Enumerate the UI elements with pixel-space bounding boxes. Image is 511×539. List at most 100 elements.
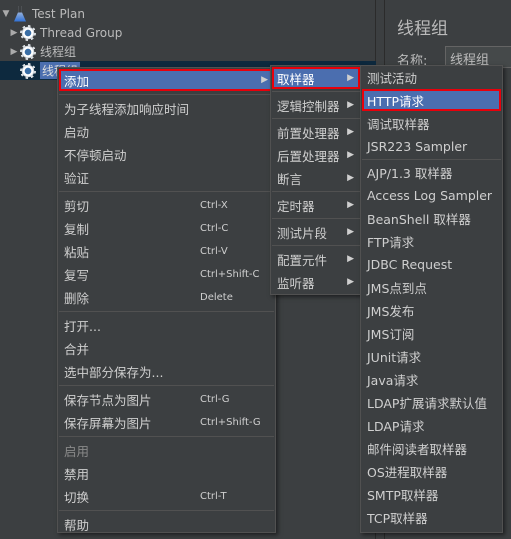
menu-item[interactable]: 验证 — [59, 166, 274, 188]
menu-item[interactable]: 逻辑控制器 ▶ — [272, 94, 360, 116]
menu-item-label: Java请求 — [367, 372, 419, 388]
shortcut-label: Ctrl+Shift-C — [200, 268, 260, 280]
menu-item[interactable]: 切换 Ctrl-T — [59, 485, 274, 507]
gear-icon — [20, 24, 36, 41]
menu-item[interactable]: OS进程取样器 — [362, 460, 501, 482]
menu-item-label: 逻辑控制器 — [277, 98, 340, 114]
menu-item[interactable]: 取样器 ▶ — [272, 67, 360, 89]
shortcut-label: Ctrl-V — [200, 245, 228, 257]
menu-separator — [272, 118, 360, 119]
menu-item[interactable]: 不停顿启动 — [59, 143, 274, 165]
menu-item[interactable]: 复制 Ctrl-C — [59, 217, 274, 239]
tree-node-thread-group-2[interactable]: ▶ 线程组 — [8, 42, 76, 61]
menu-item[interactable]: JMS订阅 — [362, 322, 501, 344]
menu-item[interactable]: 监听器 ▶ — [272, 271, 360, 293]
menu-item[interactable]: 邮件阅读者取样器 — [362, 437, 501, 459]
submenu-arrow-icon: ▶ — [347, 100, 354, 110]
menu-item[interactable]: 为子线程添加响应时间 — [59, 97, 274, 119]
menu-item[interactable]: JMS发布 — [362, 299, 501, 321]
menu-separator — [59, 384, 274, 386]
menu-item-label: 复制 — [64, 221, 90, 237]
menu-item-label: 删除 — [64, 290, 90, 306]
menu-item-label: 测试活动 — [367, 70, 418, 86]
menu-item[interactable]: 后置处理器 ▶ — [272, 144, 360, 166]
menu-separator — [59, 435, 274, 437]
menu-item-label: 添加 — [64, 73, 90, 89]
tree-node-thread-group[interactable]: ▶ Thread Group — [8, 23, 122, 42]
tree-node-test-plan[interactable]: ▼ Test Plan — [0, 4, 85, 23]
menu-item[interactable]: 添加 ▶ — [59, 69, 274, 91]
submenu-arrow-icon: ▶ — [347, 227, 354, 237]
menu-item-label: 启动 — [64, 124, 90, 140]
menu-item[interactable]: 调试取样器 — [362, 112, 501, 134]
menu-item-label: 定时器 — [277, 198, 315, 214]
menu-item[interactable]: FTP请求 — [362, 230, 501, 252]
menu-item[interactable]: LDAP扩展请求默认值 — [362, 391, 501, 413]
menu-item[interactable]: 合并 — [59, 337, 274, 359]
menu-separator — [362, 158, 501, 160]
menu-separator — [59, 190, 274, 192]
submenu-arrow-icon: ▶ — [347, 73, 354, 83]
menu-item[interactable]: JMS点到点 — [362, 276, 501, 298]
menu-item[interactable]: LDAP请求 — [362, 414, 501, 436]
menu-item[interactable]: JUnit请求 — [362, 345, 501, 367]
menu-separator — [272, 245, 360, 246]
submenu-arrow-icon: ▶ — [347, 127, 354, 137]
menu-item[interactable]: 选中部分保存为... — [59, 360, 274, 382]
menu-item[interactable]: 删除 Delete — [59, 286, 274, 308]
menu-item[interactable]: BeanShell 取样器 — [362, 207, 501, 229]
menu-item[interactable]: JDBC Request — [362, 253, 501, 275]
menu-item-label: 前置处理器 — [277, 125, 340, 141]
shortcut-label: Ctrl-G — [200, 393, 230, 405]
menu-item-label: 选中部分保存为... — [64, 364, 164, 380]
menu-item-label: 合并 — [64, 341, 90, 357]
menu-item[interactable]: 测试活动 — [362, 66, 501, 88]
menu-item[interactable]: Java请求 — [362, 368, 501, 390]
menu-item-label: BeanShell 取样器 — [367, 211, 471, 227]
menu-item[interactable]: 剪切 Ctrl-X — [59, 194, 274, 216]
menu-item[interactable]: HTTP请求 — [362, 89, 501, 111]
menu-separator — [59, 93, 274, 95]
submenu-arrow-icon: ▶ — [347, 150, 354, 160]
menu-item[interactable]: 定时器 ▶ — [272, 194, 360, 216]
gear-icon — [20, 62, 36, 79]
menu-item[interactable]: 保存节点为图片 Ctrl-G — [59, 388, 274, 410]
menu-item-label: OS进程取样器 — [367, 464, 448, 480]
menu-item[interactable]: 断言 ▶ — [272, 167, 360, 189]
expand-right-icon[interactable]: ▶ — [8, 47, 20, 57]
menu-item[interactable]: JSR223 Sampler — [362, 135, 501, 157]
expand-down-icon[interactable]: ▼ — [0, 9, 12, 19]
menu-item[interactable]: 粘贴 Ctrl-V — [59, 240, 274, 262]
menu-item[interactable]: Access Log Sampler — [362, 184, 501, 206]
menu-item[interactable]: 禁用 — [59, 462, 274, 484]
menu-item[interactable]: 复写 Ctrl+Shift-C — [59, 263, 274, 285]
menu-item[interactable]: 启用 — [59, 439, 274, 461]
menu-item[interactable]: 配置元件 ▶ — [272, 248, 360, 270]
tree-node-label: Test Plan — [32, 6, 85, 21]
menu-item[interactable]: TCP取样器 — [362, 506, 501, 528]
expand-right-icon[interactable]: ▶ — [8, 28, 20, 38]
menu-item[interactable]: 打开... — [59, 314, 274, 336]
menu-item[interactable]: AJP/1.3 取样器 — [362, 161, 501, 183]
menu-separator — [272, 191, 360, 192]
menu-item-label: 后置处理器 — [277, 148, 340, 164]
menu-item-label: 剪切 — [64, 198, 90, 214]
menu-item-label: 邮件阅读者取样器 — [367, 441, 468, 457]
shortcut-label: Delete — [200, 291, 233, 303]
menu-item-label: JMS发布 — [367, 303, 415, 319]
menu-item-label: 测试片段 — [277, 225, 328, 241]
menu-item-label: 启用 — [64, 443, 90, 459]
menu-item[interactable]: 保存屏幕为图片 Ctrl+Shift-G — [59, 411, 274, 433]
menu-item[interactable]: 前置处理器 ▶ — [272, 121, 360, 143]
menu-item[interactable]: 测试片段 ▶ — [272, 221, 360, 243]
menu-item-label: 保存屏幕为图片 — [64, 415, 152, 431]
context-menu: 添加 ▶ 为子线程添加响应时间 启动不停顿启动 验证剪切 Ctrl-X 复制 Ctrl-C 粘贴… — [57, 67, 276, 533]
menu-item[interactable]: SMTP取样器 — [362, 483, 501, 505]
submenu-arrow-icon: ▶ — [347, 173, 354, 183]
menu-item-label: 为子线程添加响应时间 — [64, 101, 190, 117]
menu-item[interactable]: 帮助 — [59, 513, 274, 535]
menu-separator — [272, 91, 360, 92]
add-submenu: 取样器 ▶ 逻辑控制器 ▶ 前置处理器 ▶ 后置处理器 ▶ 断言 ▶ 定时器 ▶ 测试片段 ▶ 配置元件 ▶ 监… — [270, 65, 362, 295]
menu-item[interactable]: 启动 — [59, 120, 274, 142]
menu-item-label: 监听器 — [277, 275, 315, 291]
